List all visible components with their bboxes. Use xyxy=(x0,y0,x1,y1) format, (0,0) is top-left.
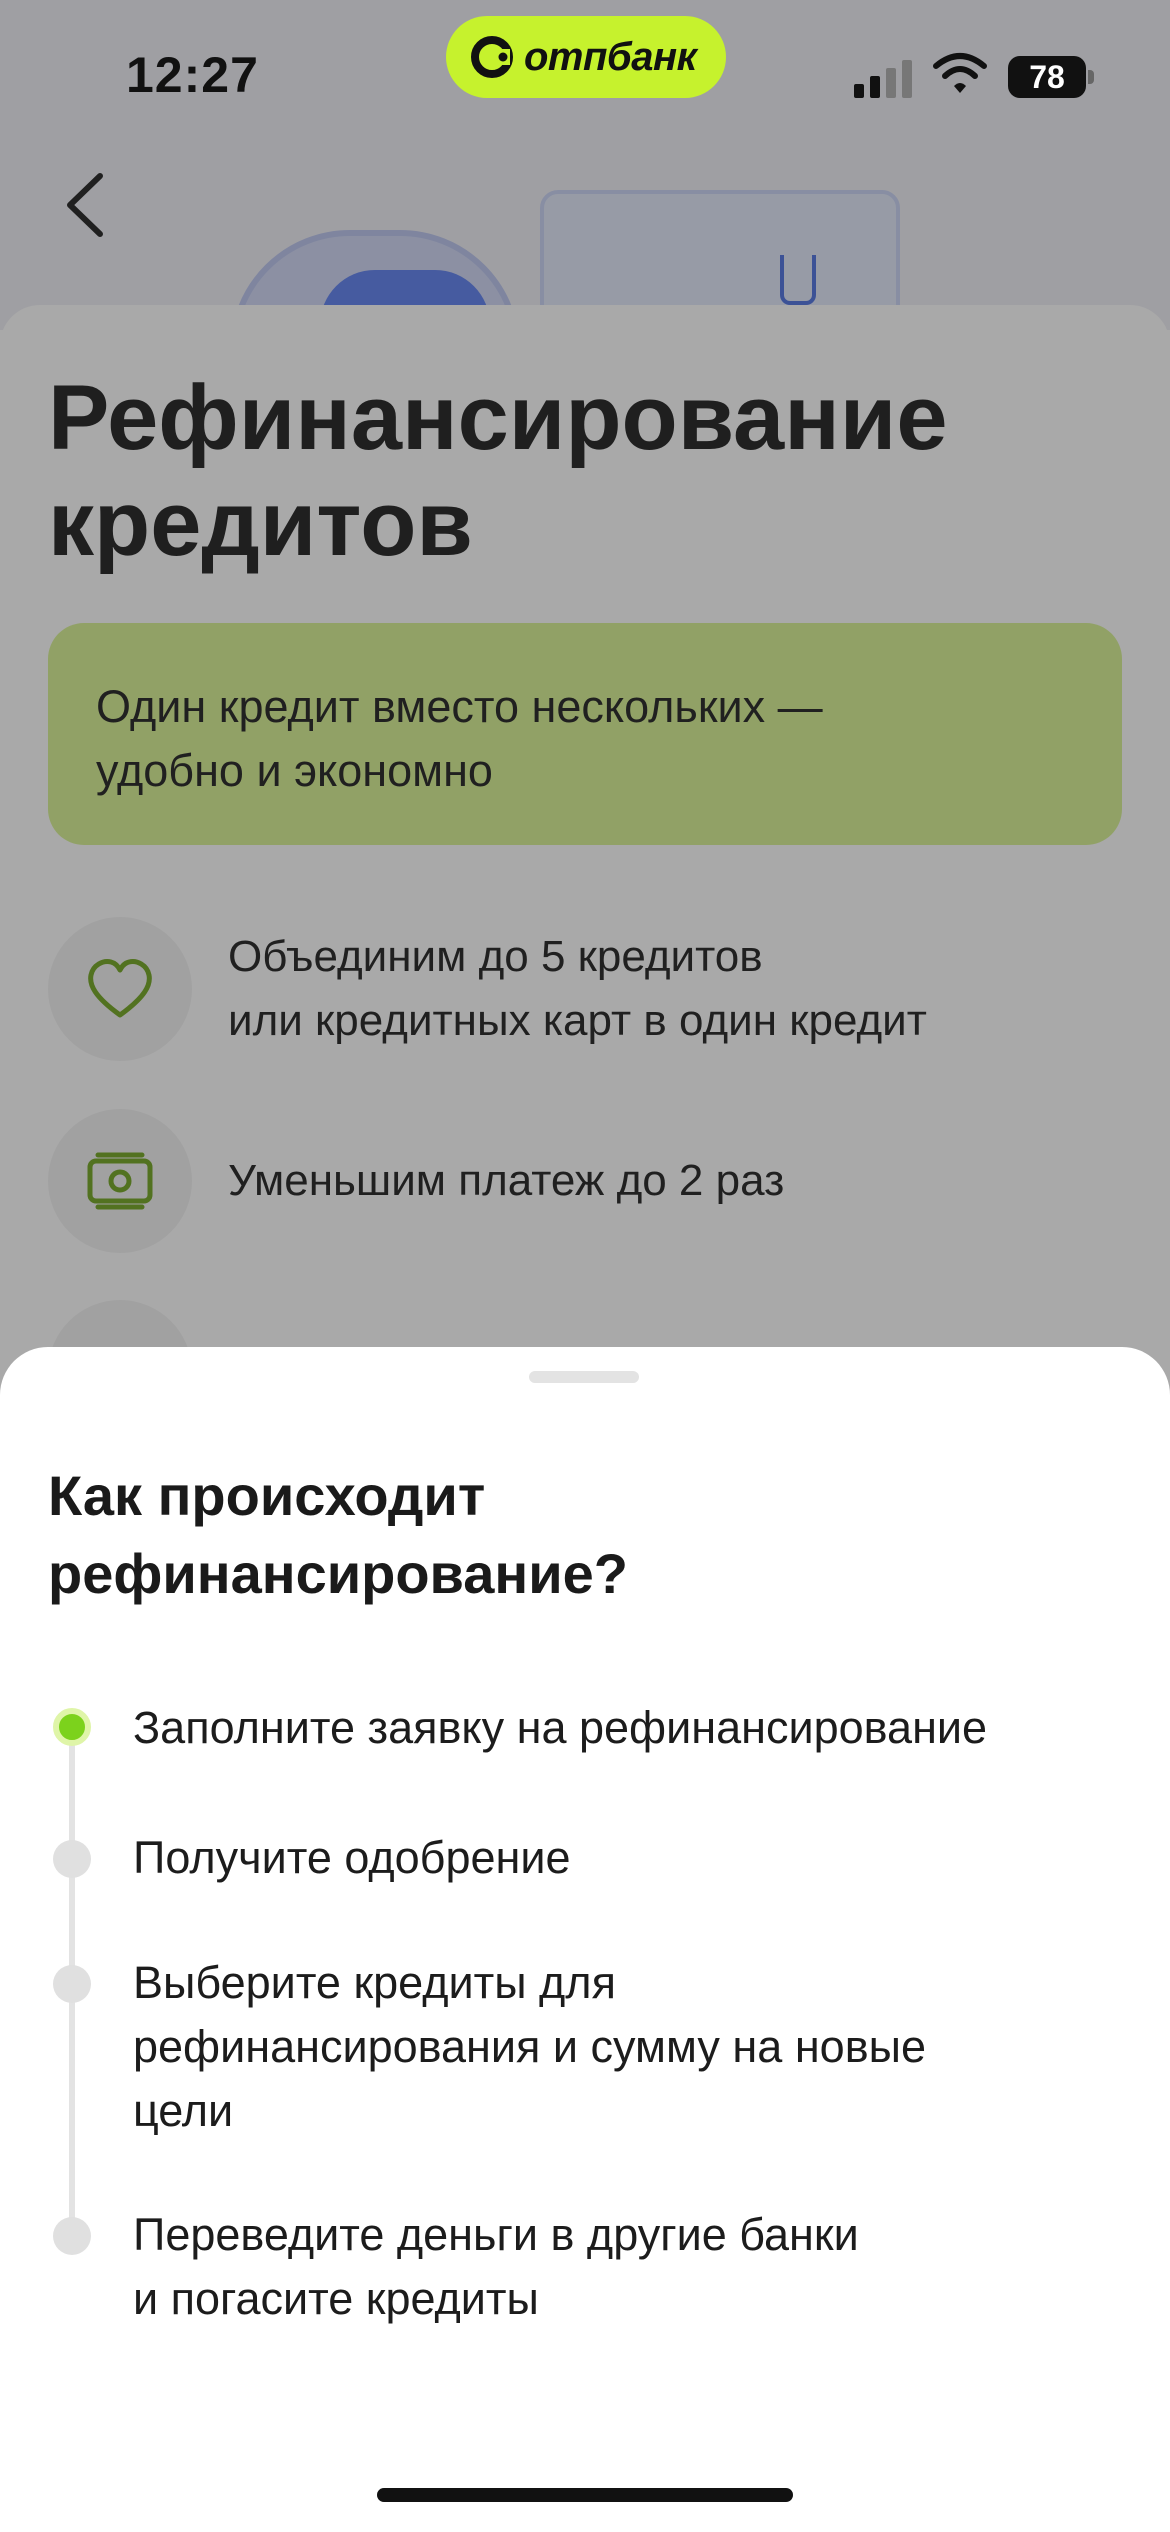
sheet-title: Как происходит рефинансирование? xyxy=(48,1457,1048,1613)
step-dot xyxy=(53,2217,91,2255)
battery-level: 78 xyxy=(1029,58,1065,95)
step-text: Заполните заявку на рефинансирование xyxy=(133,1696,1123,1760)
step-text-line: рефинансирования и сумму на новые xyxy=(133,2021,926,2072)
bank-name: отпбанк xyxy=(524,34,697,79)
bottom-sheet: Как происходит рефинансирование? xyxy=(0,1347,1170,2532)
step-text-line: Заполните заявку на рефинансирование xyxy=(133,1702,988,1753)
step-text-line: цели xyxy=(133,2085,234,2136)
sheet-title-line: рефинансирование? xyxy=(48,1542,628,1605)
otp-logo-icon xyxy=(471,36,513,78)
step-dot-active xyxy=(53,1708,91,1746)
step-text-line: Выберите кредиты для xyxy=(133,1957,616,2008)
step-text: Переведите деньги в другие банки и погас… xyxy=(133,2203,1123,2331)
status-time: 12:27 xyxy=(126,47,259,103)
step-dot xyxy=(53,1965,91,2003)
bank-logo-pill: отпбанк xyxy=(446,16,726,98)
battery-indicator: 78 xyxy=(1008,56,1094,98)
step-dot xyxy=(53,1840,91,1878)
step-text: Получите одобрение xyxy=(133,1826,1123,1890)
step-text-line: и погасите кредиты xyxy=(133,2273,539,2324)
status-bar: 12:27 отпбанк 78 xyxy=(0,0,1170,140)
step-text: Выберите кредиты для рефинансирования и … xyxy=(133,1951,1123,2143)
wifi-icon xyxy=(933,53,987,93)
step-text-line: Получите одобрение xyxy=(133,1832,571,1883)
step-text-line: Переведите деньги в другие банки xyxy=(133,2209,859,2260)
cellular-signal-icon xyxy=(854,60,912,98)
sheet-title-line: Как происходит xyxy=(48,1464,486,1527)
sheet-grabber[interactable] xyxy=(529,1371,639,1383)
home-indicator[interactable] xyxy=(377,2488,793,2502)
